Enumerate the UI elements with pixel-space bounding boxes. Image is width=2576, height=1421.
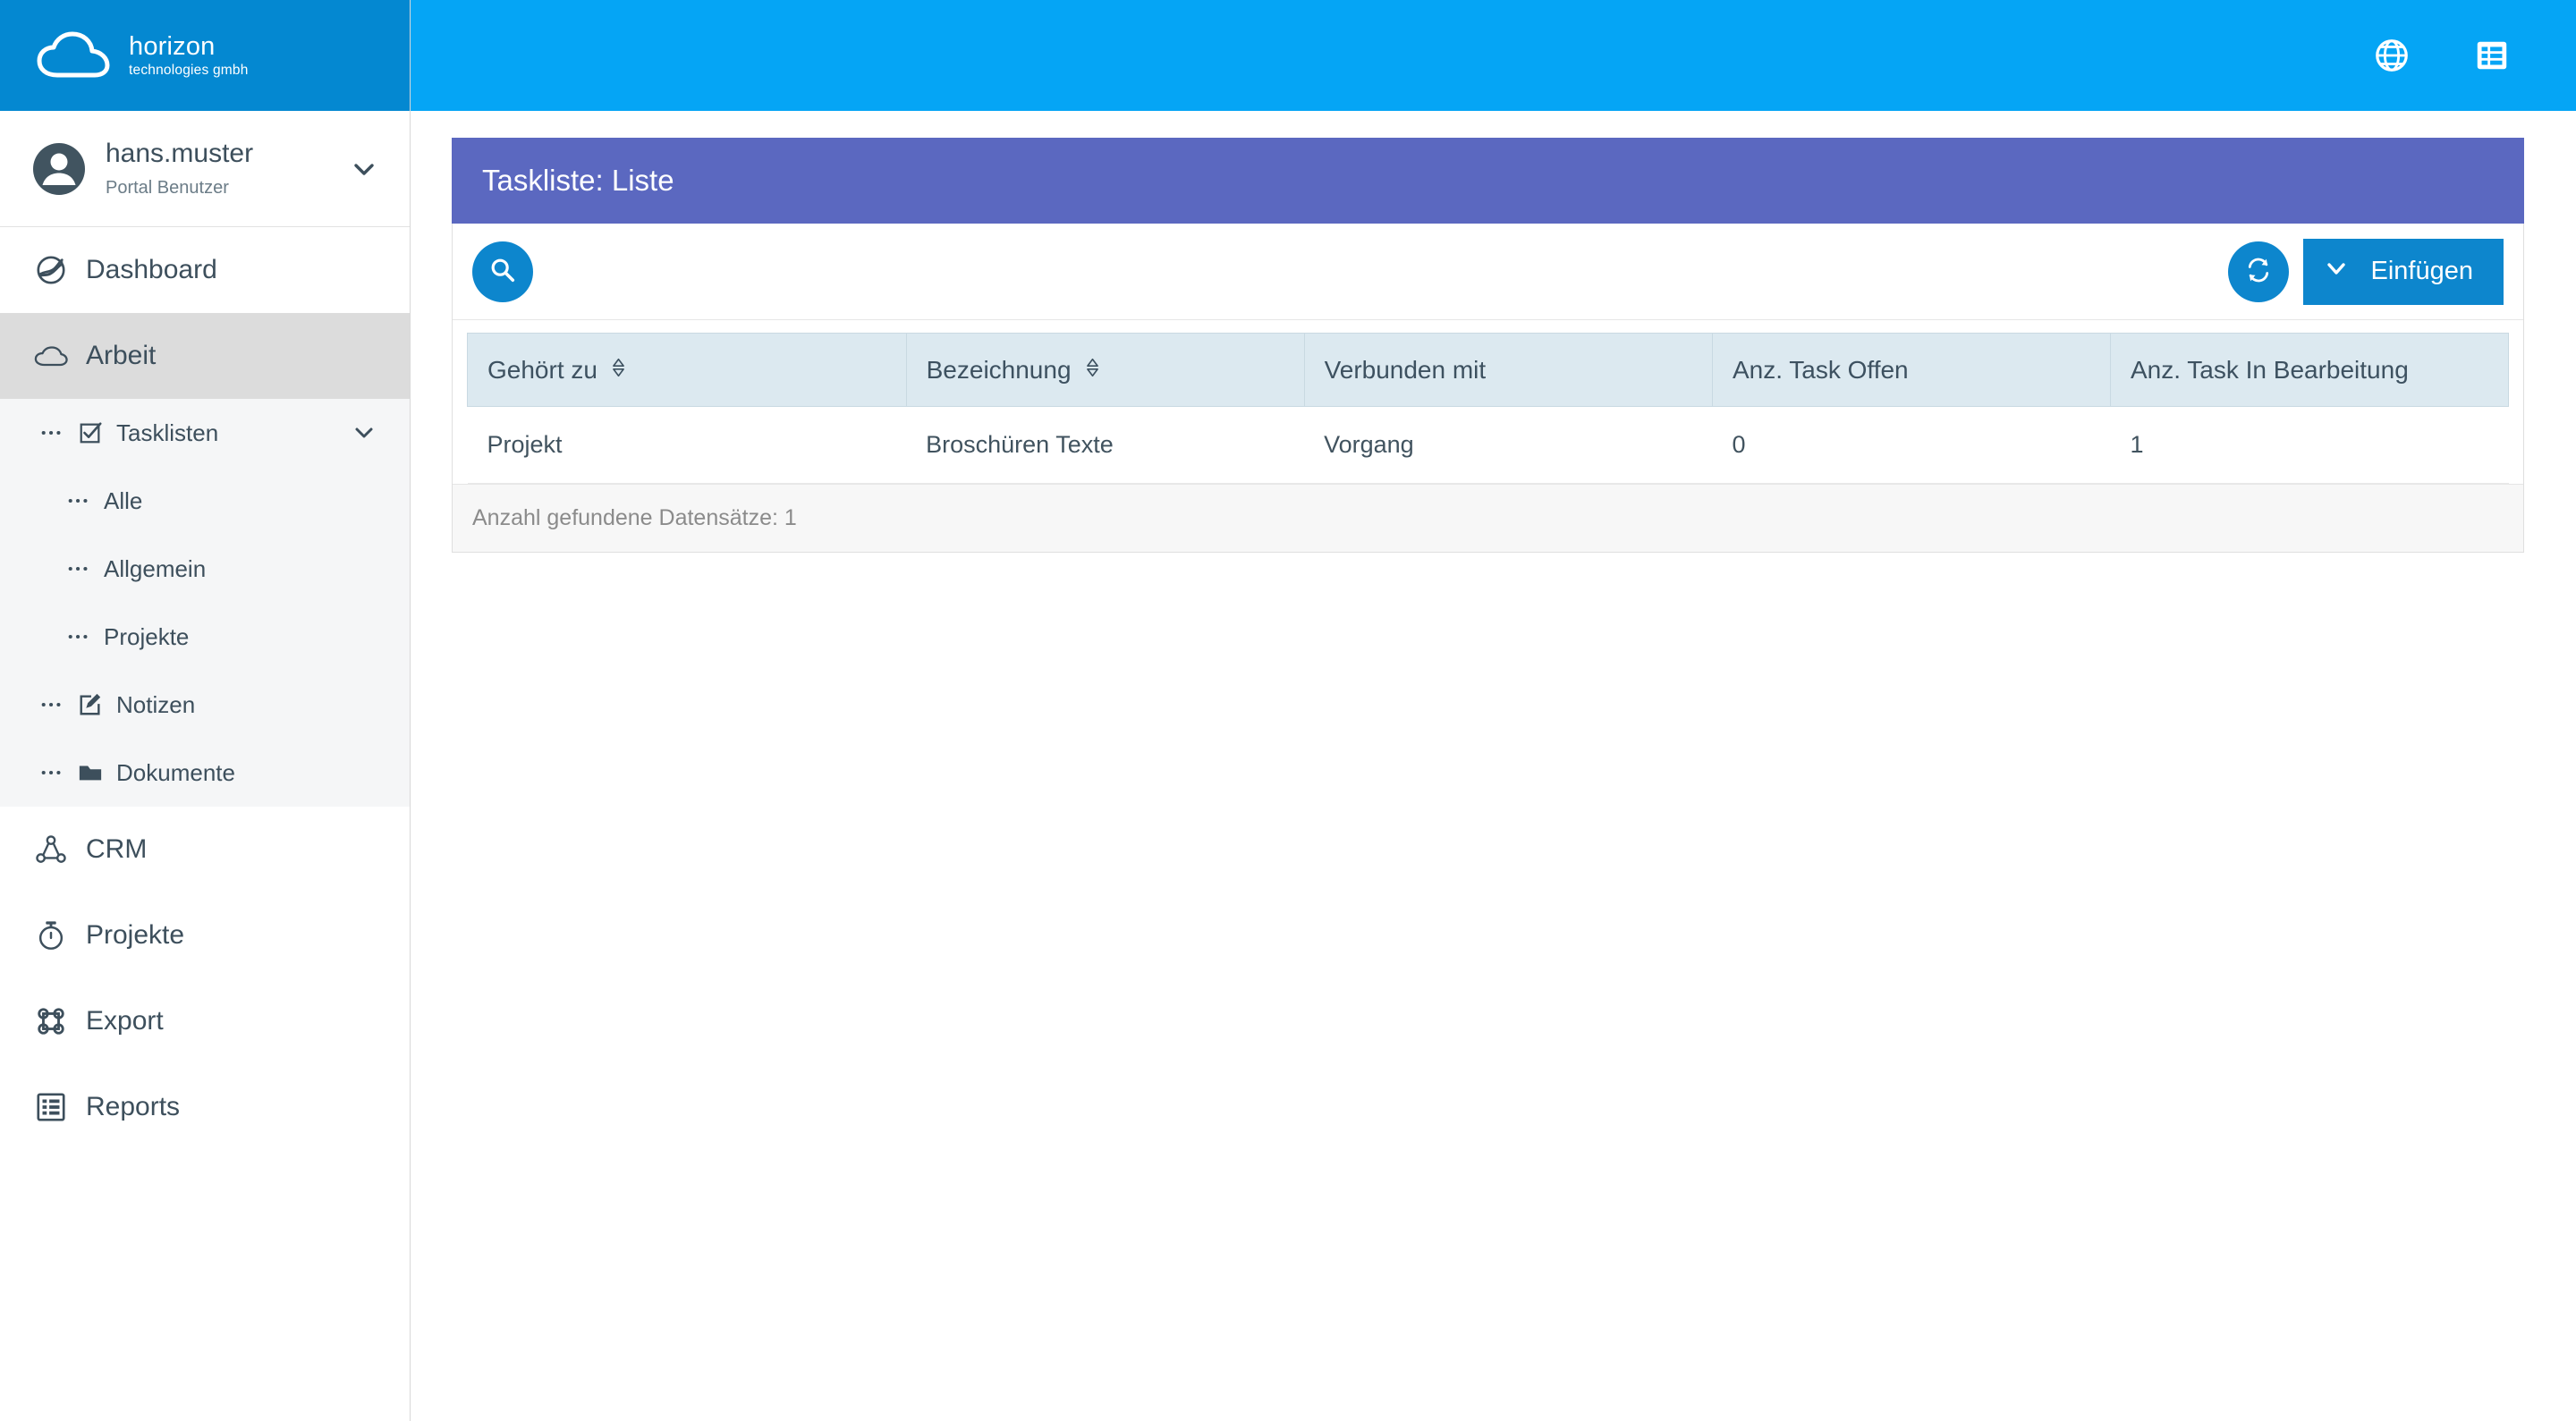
sidebar-subitem-label: Alle bbox=[104, 486, 143, 514]
sidebar-item-label: Reports bbox=[86, 1092, 181, 1121]
column-header-anz-task-offen[interactable]: Anz. Task Offen bbox=[1712, 333, 2111, 407]
sidebar-nav: Dashboard Arbeit Tasklisten Alle Allgeme… bbox=[0, 227, 410, 1421]
sidebar-item-crm[interactable]: CRM bbox=[0, 807, 410, 892]
checkbox-icon bbox=[77, 419, 104, 446]
table-container: Gehört zu Bezeichnung Verbunden mit Anz.… bbox=[453, 320, 2523, 484]
app-root: horizon technologies gmbh hans.muster Po… bbox=[0, 0, 2576, 1421]
column-header-label: Verbunden mit bbox=[1324, 355, 1487, 384]
sidebar-subitem-label: Allgemein bbox=[104, 554, 207, 582]
cell-verbunden-mit: Vorgang bbox=[1304, 406, 1713, 484]
sidebar-subnav: Tasklisten Alle Allgemein Projekte Notiz… bbox=[0, 399, 410, 807]
sidebar-subitem-label: Projekte bbox=[104, 622, 190, 650]
list-toolbar: Einfügen bbox=[453, 224, 2523, 320]
brand-header[interactable]: horizon technologies gmbh bbox=[0, 0, 410, 111]
search-button[interactable] bbox=[472, 241, 533, 302]
refresh-icon bbox=[2245, 257, 2272, 286]
insert-button-label: Einfügen bbox=[2370, 257, 2474, 285]
column-header-anz-task-in-bearbeitung[interactable]: Anz. Task In Bearbeitung bbox=[2109, 333, 2510, 407]
cell-gehoert-zu: Projekt bbox=[467, 406, 907, 484]
insert-button[interactable]: Einfügen bbox=[2302, 238, 2504, 305]
column-header-label: Gehört zu bbox=[487, 355, 597, 384]
brand-name: horizon bbox=[129, 32, 216, 62]
chevron-down-icon bbox=[2325, 257, 2348, 287]
sidebar-subitem-label: Tasklisten bbox=[116, 419, 219, 446]
note-edit-icon bbox=[77, 691, 104, 718]
profile-username: hans.muster bbox=[106, 139, 254, 169]
folder-icon bbox=[77, 759, 104, 786]
ellipsis-icon bbox=[39, 429, 64, 436]
sidebar-item-dokumente[interactable]: Dokumente bbox=[0, 739, 410, 807]
refresh-button[interactable] bbox=[2227, 241, 2289, 302]
sidebar-subitem-label: Dokumente bbox=[116, 758, 235, 786]
list-view-icon[interactable] bbox=[2472, 36, 2512, 75]
sidebar-item-projekte[interactable]: Projekte bbox=[0, 892, 410, 978]
column-header-bezeichnung[interactable]: Bezeichnung bbox=[905, 333, 1305, 407]
ellipsis-icon bbox=[66, 633, 91, 640]
task-list-table: Gehört zu Bezeichnung Verbunden mit Anz.… bbox=[467, 333, 2510, 484]
column-header-label: Anz. Task Offen bbox=[1733, 355, 1909, 384]
ellipsis-icon bbox=[66, 565, 91, 572]
command-export-icon bbox=[34, 1004, 68, 1038]
sidebar-item-reports[interactable]: Reports bbox=[0, 1064, 410, 1150]
sort-icon[interactable] bbox=[1084, 356, 1101, 385]
brand-tagline: technologies gmbh bbox=[129, 62, 249, 78]
list-panel: Einfügen Gehört zu Bezeichnung Verbunden… bbox=[452, 224, 2524, 553]
sidebar-subitem-label: Notizen bbox=[116, 690, 196, 718]
search-icon bbox=[488, 256, 517, 287]
profile-role: Portal Benutzer bbox=[106, 177, 229, 198]
chevron-down-icon[interactable] bbox=[351, 156, 377, 182]
sidebar-item-label: Projekte bbox=[86, 920, 185, 950]
cloud-icon bbox=[34, 339, 68, 373]
column-header-label: Anz. Task In Bearbeitung bbox=[2130, 355, 2409, 384]
cloud-logo-icon bbox=[34, 29, 113, 82]
table-body: Projekt Broschüren Texte Vorgang 0 1 bbox=[467, 406, 2509, 484]
chevron-down-icon[interactable] bbox=[352, 421, 376, 444]
column-header-verbunden-mit[interactable]: Verbunden mit bbox=[1303, 333, 1714, 407]
table-header-row: Gehört zu Bezeichnung Verbunden mit Anz.… bbox=[467, 333, 2510, 407]
sidebar-item-label: Export bbox=[86, 1006, 164, 1036]
user-avatar-icon bbox=[32, 142, 86, 196]
ellipsis-icon bbox=[39, 701, 64, 708]
record-count-footer: Anzahl gefundene Datensätze: 1 bbox=[453, 484, 2523, 552]
table-row[interactable]: Projekt Broschüren Texte Vorgang 0 1 bbox=[467, 406, 2509, 484]
sidebar: horizon technologies gmbh hans.muster Po… bbox=[0, 0, 411, 1421]
sidebar-item-label: Arbeit bbox=[86, 341, 157, 370]
main-area: Taskliste: Liste Einfügen Gehört zu Beze… bbox=[411, 0, 2576, 1421]
cell-bezeichnung: Broschüren Texte bbox=[906, 406, 1305, 484]
sidebar-item-arbeit[interactable]: Arbeit bbox=[0, 313, 410, 399]
sort-icon[interactable] bbox=[610, 356, 627, 385]
sidebar-item-export[interactable]: Export bbox=[0, 978, 410, 1064]
crm-network-icon bbox=[34, 833, 68, 867]
report-grid-icon bbox=[34, 1090, 68, 1124]
sidebar-item-label: CRM bbox=[86, 834, 148, 864]
ellipsis-icon bbox=[39, 769, 64, 776]
cell-anz-task-in-bearbeitung: 1 bbox=[2110, 406, 2509, 484]
content-area: Taskliste: Liste Einfügen Gehört zu Beze… bbox=[411, 111, 2576, 1421]
column-header-label: Bezeichnung bbox=[926, 355, 1072, 384]
dashboard-globe-icon bbox=[34, 253, 68, 287]
sidebar-item-tasklisten[interactable]: Tasklisten bbox=[0, 399, 410, 467]
column-header-gehoert-zu[interactable]: Gehört zu bbox=[467, 333, 907, 407]
profile-block[interactable]: hans.muster Portal Benutzer bbox=[0, 111, 410, 227]
sidebar-item-alle[interactable]: Alle bbox=[0, 467, 410, 535]
stopwatch-icon bbox=[34, 918, 68, 952]
page-title: Taskliste: Liste bbox=[452, 138, 2524, 224]
sidebar-item-allgemein[interactable]: Allgemein bbox=[0, 535, 410, 603]
topbar bbox=[411, 0, 2576, 111]
sidebar-item-projekte-sub[interactable]: Projekte bbox=[0, 603, 410, 671]
toolbar-actions: Einfügen bbox=[2227, 238, 2504, 305]
page-title-label: Taskliste: Liste bbox=[482, 164, 674, 197]
sidebar-item-label: Dashboard bbox=[86, 255, 217, 284]
globe-icon[interactable] bbox=[2372, 36, 2411, 75]
record-count-label: Anzahl gefundene Datensätze: 1 bbox=[472, 505, 797, 530]
sidebar-item-notizen[interactable]: Notizen bbox=[0, 671, 410, 739]
ellipsis-icon bbox=[66, 497, 91, 504]
sidebar-item-dashboard[interactable]: Dashboard bbox=[0, 227, 410, 313]
cell-anz-task-offen: 0 bbox=[1712, 406, 2111, 484]
table-head: Gehört zu Bezeichnung Verbunden mit Anz.… bbox=[467, 333, 2510, 407]
